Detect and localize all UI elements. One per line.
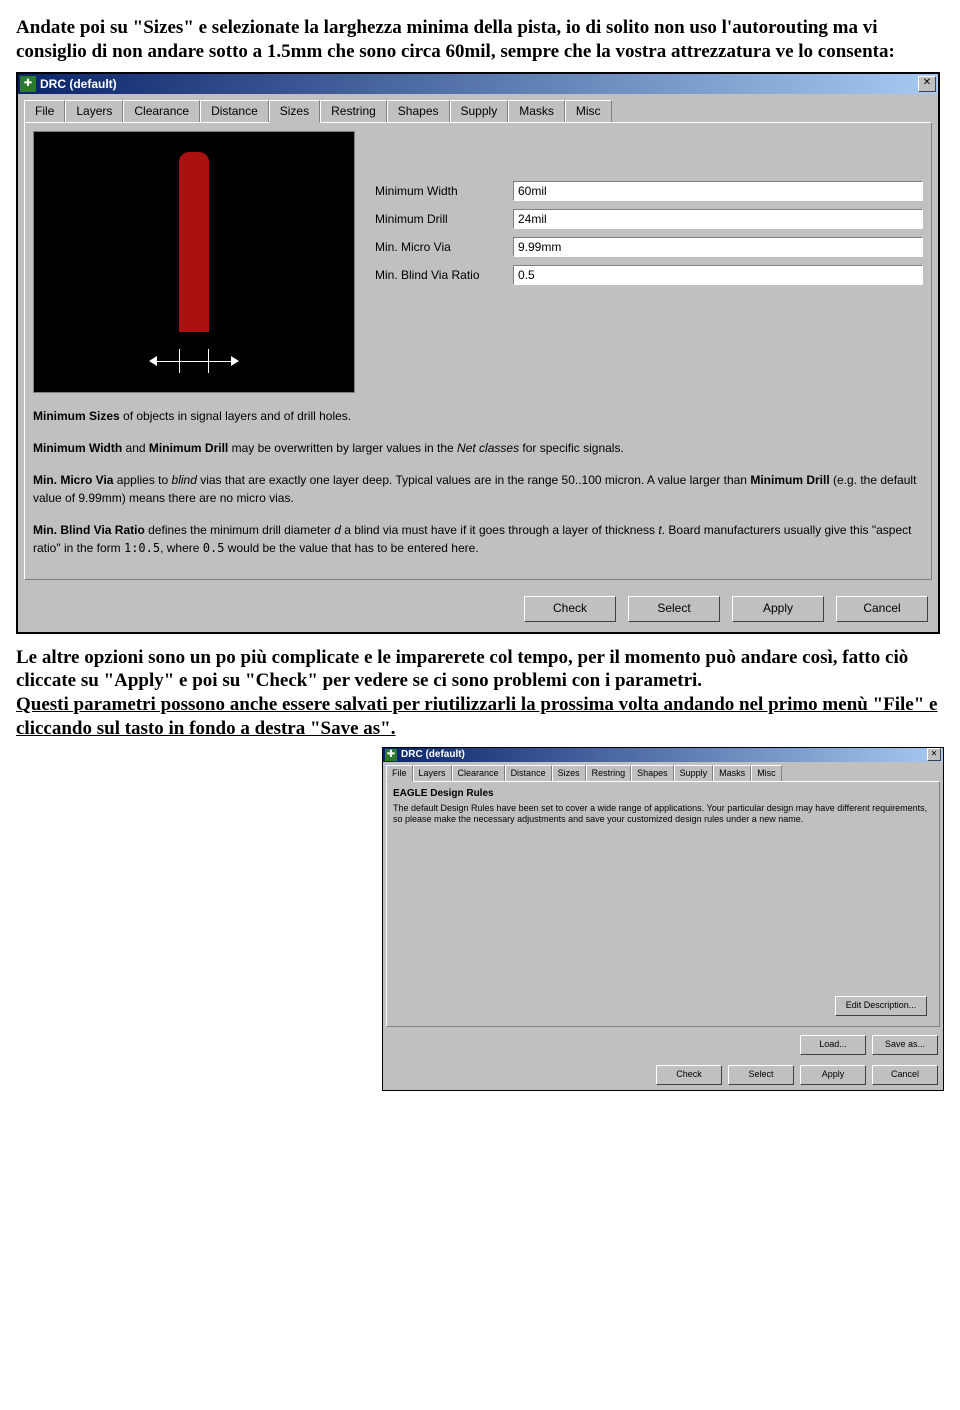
titlebar: DRC (default) ✕ [383,748,943,762]
sizes-panel: Minimum Width Minimum Drill Min. Micro V… [24,122,932,580]
load-button[interactable]: Load... [800,1035,866,1055]
apply-button[interactable]: Apply [800,1065,866,1085]
edit-description-button[interactable]: Edit Description... [835,996,927,1016]
mid-paragraph: Le altre opzioni sono un po più complica… [16,646,944,741]
select-button[interactable]: Select [628,596,720,622]
min-width-label: Minimum Width [375,184,505,198]
min-drill-label: Minimum Drill [375,212,505,226]
app-icon [20,76,36,92]
cancel-button[interactable]: Cancel [872,1065,938,1085]
tab-misc[interactable]: Misc [751,765,782,781]
titlebar: DRC (default) ✕ [18,74,938,94]
drc-window-file: DRC (default) ✕ File Layers Clearance Di… [382,747,944,1091]
tab-supply[interactable]: Supply [674,765,714,781]
tabstrip: File Layers Clearance Distance Sizes Res… [18,94,938,122]
tab-shapes[interactable]: Shapes [387,100,450,122]
dialog-button-row: Check Select Apply Cancel [383,1060,943,1090]
tab-distance[interactable]: Distance [200,100,269,122]
window-title: DRC (default) [401,749,927,760]
tab-layers[interactable]: Layers [65,100,123,122]
tab-masks[interactable]: Masks [508,100,565,122]
tab-file[interactable]: File [386,765,413,782]
load-save-row: Load... Save as... [383,1030,943,1060]
cancel-button[interactable]: Cancel [836,596,928,622]
save-as-button[interactable]: Save as... [872,1035,938,1055]
tab-restring[interactable]: Restring [586,765,632,781]
tab-file[interactable]: File [24,100,65,122]
check-button[interactable]: Check [656,1065,722,1085]
sizes-description: Minimum Sizes of objects in signal layer… [33,407,923,557]
tab-shapes[interactable]: Shapes [631,765,674,781]
tab-misc[interactable]: Misc [565,100,612,122]
tab-clearance[interactable]: Clearance [452,765,505,781]
eagle-rules-heading: EAGLE Design Rules [393,788,933,799]
tabstrip: File Layers Clearance Distance Sizes Res… [383,762,943,781]
track-preview [33,131,355,393]
sizes-fields: Minimum Width Minimum Drill Min. Micro V… [375,131,923,393]
tab-supply[interactable]: Supply [450,100,509,122]
min-blind-ratio-label: Min. Blind Via Ratio [375,268,505,282]
tab-restring[interactable]: Restring [320,100,387,122]
tab-distance[interactable]: Distance [505,765,552,781]
close-icon[interactable]: ✕ [918,76,936,92]
min-blind-ratio-input[interactable] [513,265,923,285]
min-micro-via-input[interactable] [513,237,923,257]
dialog-button-row: Check Select Apply Cancel [18,586,938,632]
check-button[interactable]: Check [524,596,616,622]
min-drill-input[interactable] [513,209,923,229]
tab-clearance[interactable]: Clearance [123,100,200,122]
apply-button[interactable]: Apply [732,596,824,622]
window-title: DRC (default) [40,77,918,91]
app-icon [385,749,397,761]
min-micro-via-label: Min. Micro Via [375,240,505,254]
tab-sizes[interactable]: Sizes [269,100,320,123]
drc-window-sizes: DRC (default) ✕ File Layers Clearance Di… [16,72,940,634]
file-panel: EAGLE Design Rules The default Design Ru… [386,781,940,1027]
intro-paragraph: Andate poi su "Sizes" e selezionate la l… [16,16,944,64]
close-icon[interactable]: ✕ [927,748,941,761]
tab-layers[interactable]: Layers [413,765,452,781]
tab-sizes[interactable]: Sizes [552,765,586,781]
tab-masks[interactable]: Masks [713,765,751,781]
select-button[interactable]: Select [728,1065,794,1085]
eagle-rules-text: The default Design Rules have been set t… [393,803,933,826]
min-width-input[interactable] [513,181,923,201]
